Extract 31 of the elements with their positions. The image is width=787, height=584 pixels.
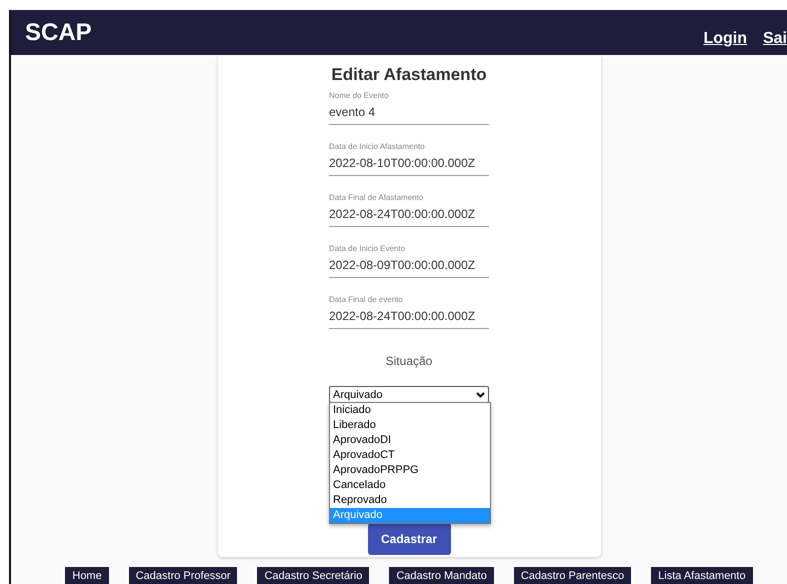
dropdown-option[interactable]: AprovadoCT (330, 448, 490, 463)
form-title: Editar Afastamento (331, 65, 487, 85)
dropdown-option[interactable]: Reprovado (330, 493, 490, 508)
field-label: Data Final de evento (329, 295, 404, 304)
nav-button[interactable]: Home (65, 567, 109, 584)
dropdown-option[interactable]: AprovadoDI (330, 433, 490, 448)
input-field[interactable]: 2022-08-24T00:00:00.000Z (329, 207, 489, 221)
input-field[interactable]: 2022-08-09T00:00:00.000Z (329, 258, 489, 272)
nav-button[interactable]: Cadastro Parentesco (514, 567, 632, 584)
field-label: Nome do Evento (329, 91, 390, 100)
input-field[interactable]: 2022-08-24T00:00:00.000Z (329, 309, 489, 323)
chevron-icon (476, 392, 485, 398)
nav-button[interactable]: Cadastro Mandato (389, 567, 494, 584)
dropdown-option[interactable]: AprovadoPRPPG (330, 463, 490, 478)
input-field[interactable]: 2022-08-10T00:00:00.000Z (329, 156, 489, 170)
submit-button[interactable]: Cadastrar (368, 523, 450, 555)
input-field[interactable]: evento 4 (329, 105, 489, 119)
dropdown-option[interactable]: Iniciado (330, 403, 490, 418)
nav-button[interactable]: Cadastro Secretário (257, 567, 370, 584)
field-label: Data de Inicio Afastamento (329, 142, 426, 151)
dropdown-option[interactable]: Liberado (330, 418, 490, 433)
logo: SCAP (25, 18, 92, 46)
field-label: Data Final de Afastamento (329, 193, 424, 202)
dropdown-option[interactable]: Cancelado (330, 478, 490, 493)
nav-button[interactable]: Cadastro Professor (128, 567, 238, 584)
field-label: Data de Inicio Evento (329, 244, 406, 253)
status-select[interactable]: Arquivado (329, 386, 489, 403)
nav-button[interactable]: Lista Afastamento (651, 567, 753, 584)
header-link[interactable]: Sai (762, 30, 787, 48)
field-label: Situação (386, 354, 432, 368)
header-link[interactable]: Login (703, 30, 747, 48)
